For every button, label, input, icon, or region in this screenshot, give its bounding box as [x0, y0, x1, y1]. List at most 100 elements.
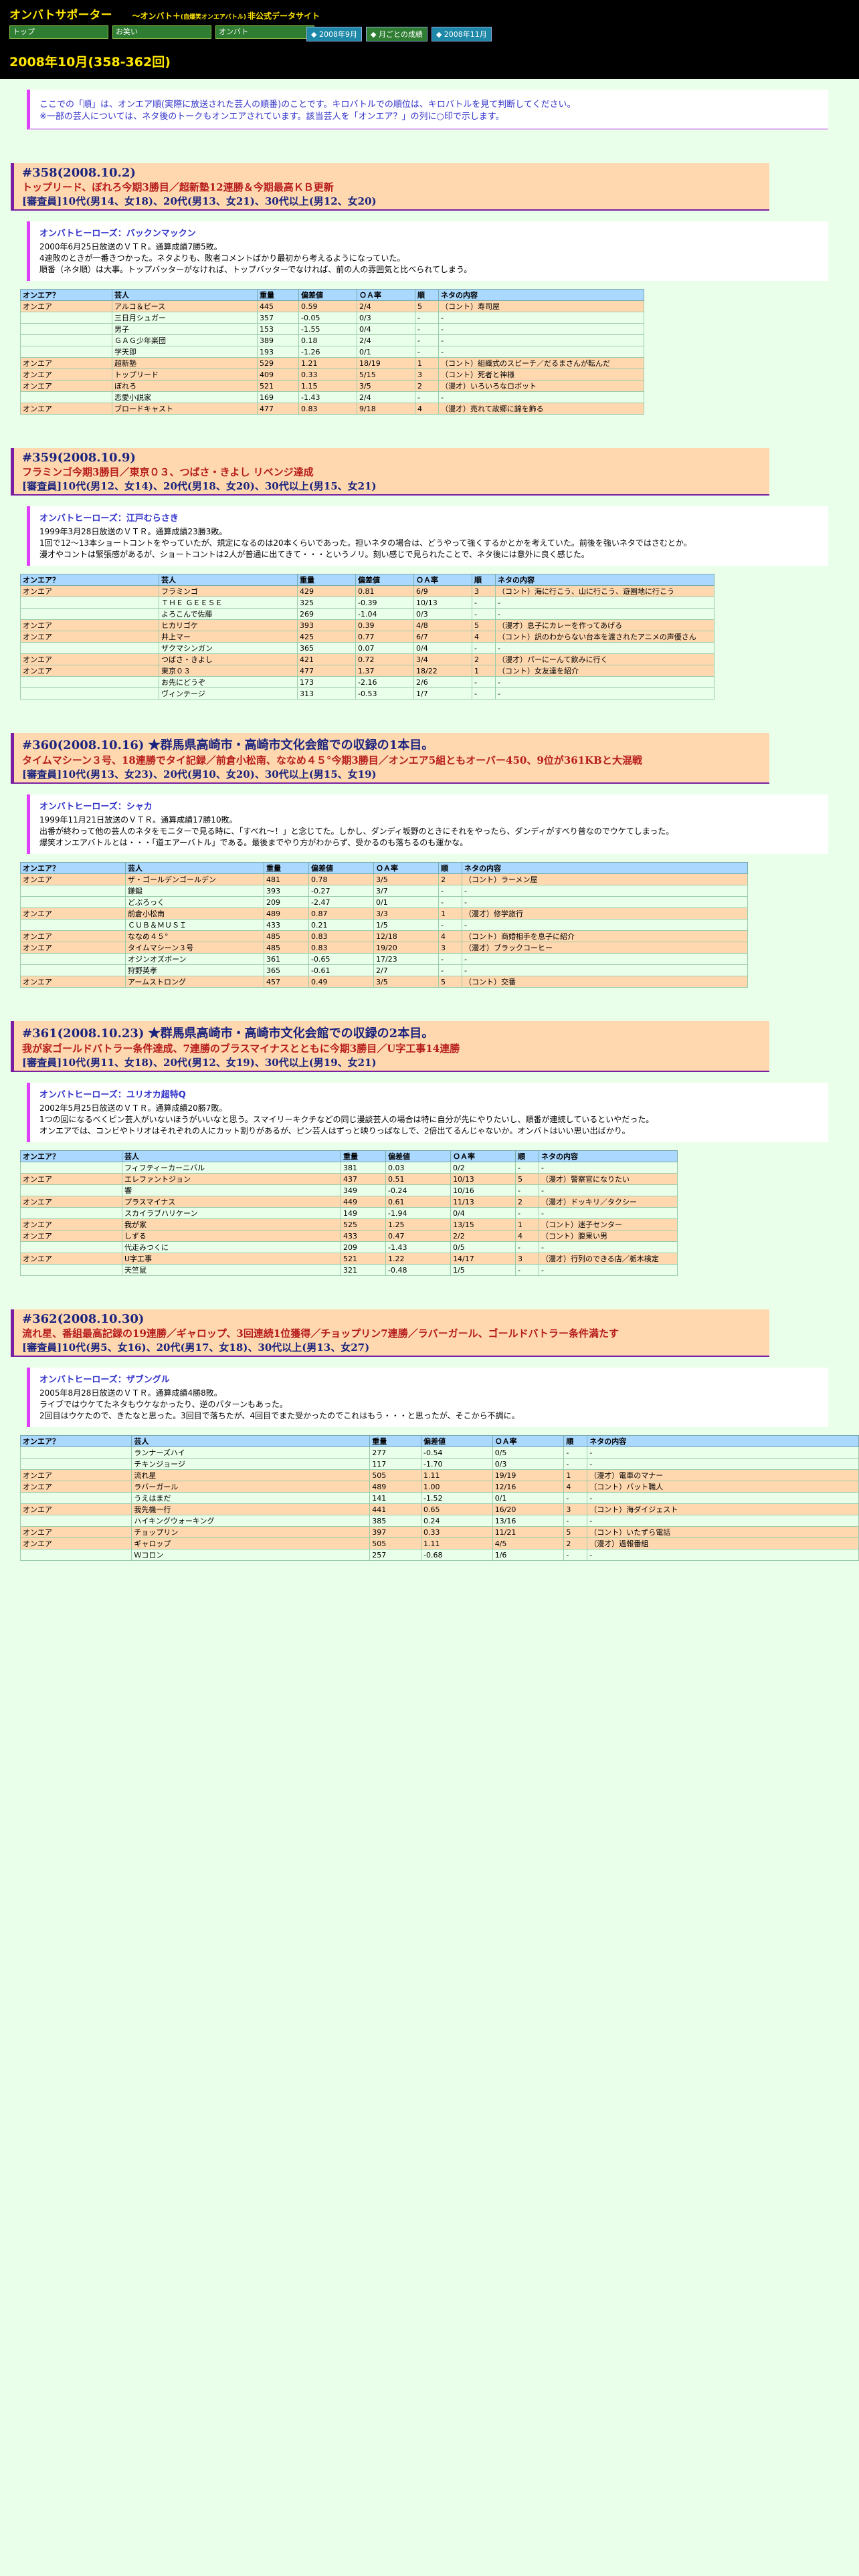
nav-top[interactable]: トップ: [9, 25, 108, 39]
table-cell: （漫才）パーにーんて飲みに行く: [495, 653, 714, 665]
hero-text-line: 1999年3月28日放送のＶＴＲ。通算成績23勝3敗。: [39, 527, 227, 536]
table-cell: よろこんで佐藤: [159, 608, 298, 620]
table-cell: ＧＡＧ少年楽団: [112, 334, 258, 346]
table-row: オジンオズボーン 361 -0.65 17/23- -: [20, 953, 748, 965]
table-row: 恋愛小説家 169 -1.43 2/4- -: [20, 391, 644, 403]
table-cell: -: [438, 312, 644, 324]
table-cell: -: [563, 1446, 588, 1459]
table-cell: 1.22: [385, 1253, 451, 1265]
table-cell: 三日月シュガー: [112, 312, 258, 324]
site-title: オンバトサポーター 〜オンバト＋(自爆笑オンエアバトル) 非公式データサイト: [9, 5, 320, 22]
episode-jury: [審査員]10代(男14、女18)、20代(男13、女21)、30代以上(男12…: [22, 195, 377, 207]
table-cell: オンエア: [20, 976, 126, 988]
table-cell: -0.65: [308, 953, 374, 965]
table-cell: 193: [257, 346, 299, 358]
results-table: オンエア？ 芸人 重量 偏差値 ＯＡ率順ネタの内容 オンエア アルコ＆ピース 445 0.59 2…: [20, 289, 644, 415]
table-cell: 0/2: [450, 1162, 516, 1174]
month-nav: ◆ 2008年9月 ◆ 月ごとの成績 ◆ 2008年11月: [306, 27, 496, 41]
table-cell: -1.43: [385, 1241, 451, 1253]
table-cell: -0.53: [355, 687, 414, 700]
table-cell: -: [438, 919, 462, 931]
results-table: オンエア？ 芸人 重量 偏差値 ＯＡ率順ネタの内容 オンエア ザ・ゴールデンゴールデン 481…: [20, 862, 748, 988]
table-cell: -: [472, 608, 496, 620]
results-table: オンエア？ 芸人 重量 偏差値 ＯＡ率順ネタの内容 フィフティーカーニバル 381 0.03 0…: [20, 1150, 678, 1276]
table-cell: 409: [257, 368, 299, 381]
table-cell: -0.54: [421, 1446, 493, 1459]
table-cell: 5: [472, 619, 496, 631]
table-row: オンエア タイムマシーン３号 485 0.83 19/20 3 （漫才）ブラックコーヒー: [20, 942, 748, 954]
table-cell: -: [462, 964, 748, 976]
table-cell: オンエア: [20, 1173, 122, 1185]
table-row: ランナーズハイ 277 -0.54 0/5- -: [19, 1446, 859, 1459]
table-cell: オンエア: [20, 1230, 122, 1242]
table-cell: （コント）女友達を紹介: [495, 665, 714, 677]
next-month-button[interactable]: ◆ 2008年11月: [431, 27, 492, 41]
table-cell: -1.04: [355, 608, 414, 620]
table-cell: 0.33: [298, 368, 357, 381]
table-cell: 0.83: [298, 403, 357, 415]
nav-owarai[interactable]: お笑い: [112, 25, 211, 39]
table-cell: 397: [369, 1526, 422, 1538]
table-cell: 489: [369, 1481, 422, 1493]
episode-jury: [審査員]10代(男5、女16)、20代(男17、女18)、30代以上(男13、…: [22, 1341, 370, 1354]
episode-section: #359(2008.10.9) フラミンゴ今期3勝目／東京０３、つばさ・きよし リ…: [0, 448, 859, 700]
table-cell: 0.78: [308, 873, 374, 885]
notice-box: ここでの「順」は、オンエア順(実際に放送された芸人の順番)のことです。キロバトル…: [27, 90, 828, 130]
table-cell: （漫才）ブラックコーヒー: [462, 942, 748, 954]
table-cell: 425: [297, 631, 356, 643]
table-cell: -: [438, 346, 644, 358]
table-header-row: オンエア？ 芸人 重量 偏差値 ＯＡ率順ネタの内容: [19, 1435, 859, 1447]
table-cell: -: [495, 687, 714, 700]
monthly-results-button[interactable]: ◆ 月ごとの成績: [365, 27, 427, 41]
table-cell: （コント）商婚相手を息子に紹介: [462, 930, 748, 942]
table-cell: 代走みつくに: [122, 1241, 341, 1253]
table-cell: 521: [257, 380, 299, 392]
table-cell: （漫才）息子にカレーを作ってあげる: [495, 619, 714, 631]
hero-text-line: 順番（ネタ順）は大事。トップバッターがなければ、トップバッターでなければ、前の人…: [39, 265, 472, 274]
table-cell: オンエア: [20, 619, 159, 631]
table-cell: 4: [415, 403, 439, 415]
table-row: オンエア トップリード 409 0.33 5/15 3 （コント）死者と神様: [20, 368, 644, 381]
table-cell: ＣＵＢ＆ＭＵＳＩ: [125, 919, 264, 931]
table-header-cell: 偏差値: [308, 862, 374, 874]
table-cell: -: [438, 964, 462, 976]
table-cell: -: [587, 1515, 859, 1527]
table-cell: ヴィンテージ: [159, 687, 298, 700]
table-cell: 男子: [112, 323, 258, 335]
table-cell: 0/3: [357, 312, 415, 324]
table-row: ヴィンテージ 313 -0.53 1/7- -: [20, 687, 714, 700]
table-cell: 1/5: [450, 1264, 516, 1276]
table-cell: [19, 1446, 132, 1459]
table-cell: [20, 346, 112, 358]
episode-header: #359(2008.10.9) フラミンゴ今期3勝目／東京０３、つばさ・きよし リ…: [11, 448, 769, 496]
table-cell: 0/3: [413, 608, 472, 620]
table-cell: 1/7: [413, 687, 472, 700]
table-cell: 2/6: [413, 676, 472, 688]
table-cell: エレファントジョン: [122, 1173, 341, 1185]
table-cell: 東京０３: [159, 665, 298, 677]
table-cell: 0.39: [355, 619, 414, 631]
table-cell: -1.94: [385, 1207, 451, 1219]
table-row: オンエア ぼれろ 521 1.15 3/5 2 （漫才）いろいろなロボット: [20, 380, 644, 392]
nav-onbato[interactable]: オンバト: [215, 25, 314, 39]
table-cell: 209: [341, 1241, 386, 1253]
table-cell: 5: [415, 300, 439, 312]
table-cell: ザクマシンガン: [159, 642, 298, 654]
table-row: ハイキングウォーキング 385 0.24 13/16- -: [19, 1515, 859, 1527]
table-row: オンエア アルコ＆ピース 445 0.59 2/4 5 （コント）寿司屋: [20, 300, 644, 312]
table-header-cell: 順: [415, 289, 439, 301]
table-row: オンエア アームストロング 457 0.49 3/5 5 （コント）交番: [20, 976, 748, 988]
prev-month-button[interactable]: ◆ 2008年9月: [306, 27, 362, 41]
table-cell: 6/9: [413, 585, 472, 597]
table-cell: （コント）海に行こう、山に行こう、遊園地に行こう: [495, 585, 714, 597]
table-cell: （漫才）売れて故郷に錦を飾る: [438, 403, 644, 415]
table-cell: -: [539, 1264, 678, 1276]
table-cell: 0.33: [421, 1526, 493, 1538]
table-cell: 0.77: [355, 631, 414, 643]
table-cell: -: [495, 608, 714, 620]
table-cell: 5: [563, 1526, 588, 1538]
table-header-cell: ＯＡ率: [373, 862, 439, 874]
table-cell: アルコ＆ピース: [112, 300, 258, 312]
table-row: 男子 153 -1.55 0/4- -: [20, 323, 644, 335]
table-header-cell: ネタの内容: [539, 1150, 678, 1162]
